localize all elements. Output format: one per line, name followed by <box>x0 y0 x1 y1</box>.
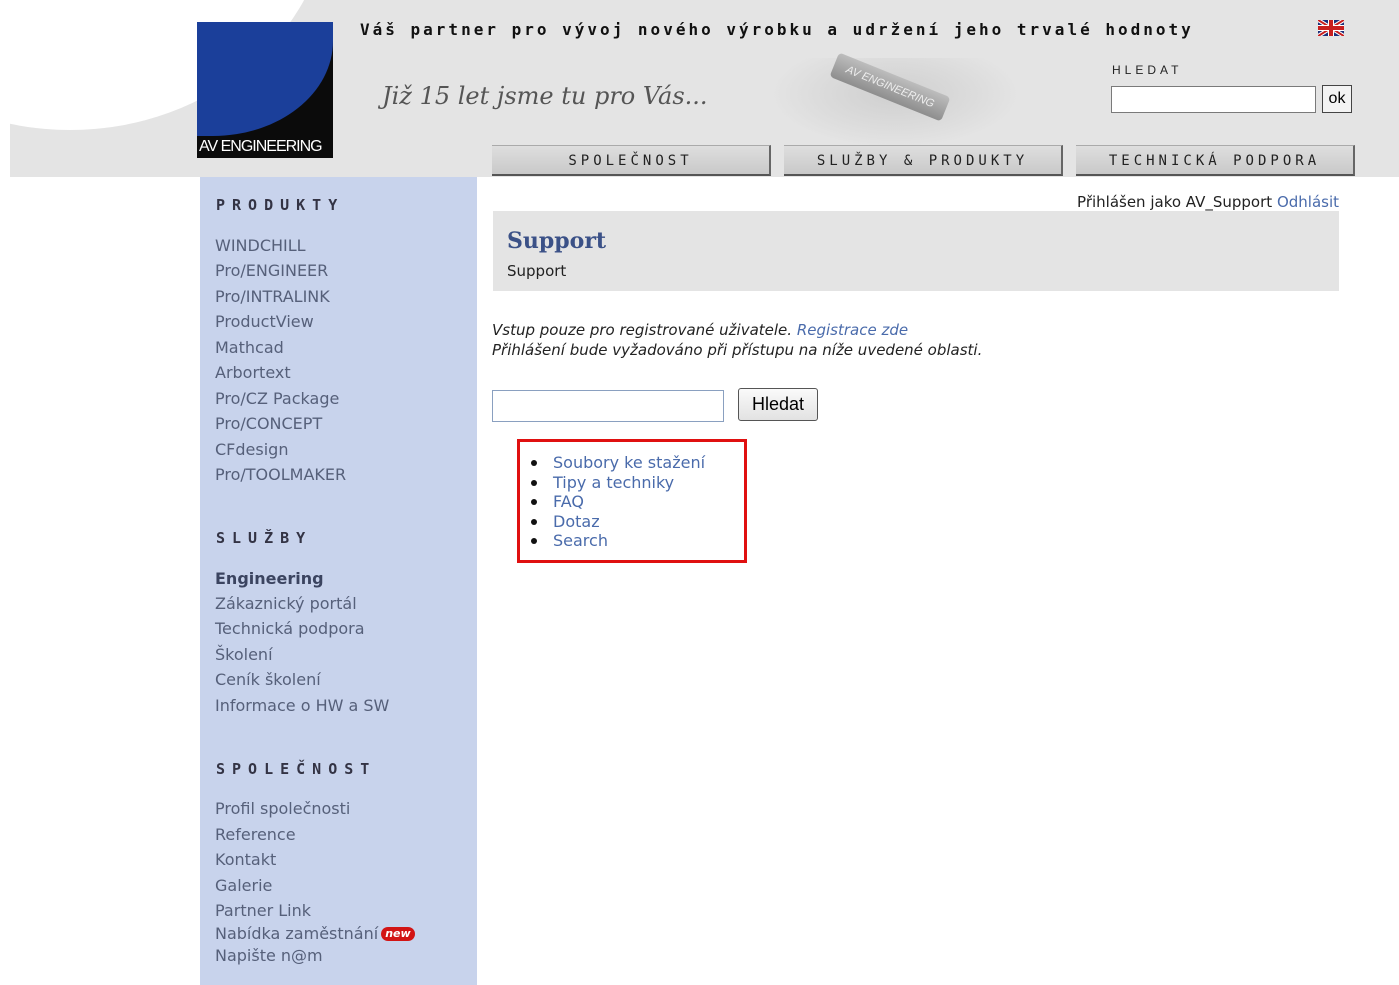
header-search-input[interactable] <box>1111 86 1316 113</box>
tab-spolecnost[interactable]: SPOLEČNOST <box>492 145 771 176</box>
logo-text: AV ENGINEERING <box>199 138 323 155</box>
sidebar-item-informace-hw-sw[interactable]: Informace o HW a SW <box>215 696 389 715</box>
link-soubory-ke-stazeni[interactable]: Soubory ke stažení <box>530 453 705 473</box>
sidebar-item-cfdesign[interactable]: CFdesign <box>215 440 288 459</box>
search-label: HLEDAT <box>1112 63 1183 77</box>
login-status: Přihlášen jako AV_Support Odhlásit <box>1077 193 1339 211</box>
sidebar-item-pro-cz-package[interactable]: Pro/CZ Package <box>215 389 339 408</box>
sidebar-item-skoleni[interactable]: Školení <box>215 645 273 664</box>
tab-sluzby-produkty[interactable]: SLUŽBY & PRODUKTY <box>784 145 1063 176</box>
sidebar-item-kontakt[interactable]: Kontakt <box>215 850 276 869</box>
register-link[interactable]: Registrace zde <box>797 321 908 339</box>
sidebar-item-label[interactable]: Nabídka zaměstnání <box>215 924 378 943</box>
sidebar-heading-sluzby: SLUŽBY <box>216 529 313 547</box>
info-line-1: Vstup pouze pro registrované uživatele. <box>492 321 793 339</box>
support-search-button[interactable]: Hledat <box>738 388 818 421</box>
support-search-input[interactable] <box>492 390 724 422</box>
sidebar-item-windchill[interactable]: WINDCHILL <box>215 236 306 255</box>
sidebar-item-napiste-nam[interactable]: Napište n@m <box>215 946 323 965</box>
sidebar-item-pro-toolmaker[interactable]: Pro/TOOLMAKER <box>215 465 346 484</box>
sidebar-item-cenik-skoleni[interactable]: Ceník školení <box>215 670 321 689</box>
link-tipy-a-techniky[interactable]: Tipy a techniky <box>530 473 705 493</box>
sidebar-item-galerie[interactable]: Galerie <box>215 876 272 895</box>
page-title-box <box>493 211 1339 291</box>
car-image: AV ENGINEERING <box>770 52 1020 148</box>
link-faq[interactable]: FAQ <box>530 492 705 512</box>
english-flag-icon[interactable] <box>1318 20 1344 36</box>
link-search[interactable]: Search <box>530 531 705 551</box>
sidebar-item-pro-concept[interactable]: Pro/CONCEPT <box>215 414 322 433</box>
logo-blue-shape <box>197 22 333 136</box>
sidebar-item-reference[interactable]: Reference <box>215 825 296 844</box>
sidebar-heading-produkty: PRODUKTY <box>216 196 345 214</box>
company-logo[interactable]: AV ENGINEERING <box>197 22 333 158</box>
new-badge: new <box>381 927 415 941</box>
sidebar-item-partner-link[interactable]: Partner Link <box>215 901 311 920</box>
page-title: Support <box>507 228 607 254</box>
sidebar-item-zakaznicky-portal[interactable]: Zákaznický portál <box>215 594 357 613</box>
sidebar-heading-spolecnost: SPOLEČNOST <box>216 760 377 778</box>
sidebar-item-nabidka-zamestnani[interactable]: Nabídka zaměstnání new <box>215 924 415 943</box>
tagline: Váš partner pro vývoj nového výrobku a u… <box>360 20 1194 39</box>
sidebar-item-pro-intralink[interactable]: Pro/INTRALINK <box>215 287 330 306</box>
sidebar-item-mathcad[interactable]: Mathcad <box>215 338 284 357</box>
page-subtitle: Support <box>507 262 567 280</box>
logout-link[interactable]: Odhlásit <box>1277 193 1339 211</box>
sidebar-item-pro-engineer[interactable]: Pro/ENGINEER <box>215 261 328 280</box>
logged-in-text: Přihlášen jako AV_Support <box>1077 193 1273 211</box>
sidebar-item-engineering[interactable]: Engineering <box>215 569 324 588</box>
access-info: Vstup pouze pro registrované uživatele. … <box>492 320 982 360</box>
sidebar-item-arbortext[interactable]: Arbortext <box>215 363 291 382</box>
header-search-ok-button[interactable]: ok <box>1322 85 1352 113</box>
link-dotaz[interactable]: Dotaz <box>530 512 705 532</box>
tab-technicka-podpora[interactable]: TECHNICKÁ PODPORA <box>1076 145 1355 176</box>
years-slogan: Již 15 let jsme tu pro Vás... <box>382 82 708 110</box>
sidebar-item-profil-spolecnosti[interactable]: Profil společnosti <box>215 799 350 818</box>
support-links-list: Soubory ke stažení Tipy a techniky FAQ D… <box>530 453 705 551</box>
sidebar-item-technicka-podpora[interactable]: Technická podpora <box>215 619 365 638</box>
sidebar-item-productview[interactable]: ProductView <box>215 312 314 331</box>
car-plate: AV ENGINEERING <box>829 52 951 122</box>
info-line-2: Přihlášení bude vyžadováno při přístupu … <box>492 341 983 359</box>
